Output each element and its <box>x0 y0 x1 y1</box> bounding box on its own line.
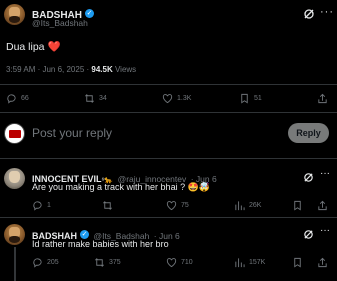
repost-count: 34 <box>99 95 107 102</box>
main-post-avatar[interactable] <box>4 4 25 25</box>
composer-avatar-logo <box>9 130 21 138</box>
reply2-like-count: 710 <box>181 259 193 266</box>
reply1-reply-stat[interactable]: 1 <box>32 200 51 211</box>
grok-icon[interactable] <box>303 227 314 239</box>
bookmark-icon <box>294 257 301 268</box>
reply2-reply-count: 205 <box>47 259 59 266</box>
reply2-repost-stat[interactable]: 375 <box>94 257 121 268</box>
reply2-views-count: 157K <box>249 259 266 266</box>
reply1-grok-svg <box>304 173 313 182</box>
views-count: 94.5K <box>91 65 113 74</box>
reply-count: 66 <box>21 95 29 102</box>
reply-icon <box>7 94 16 104</box>
reply1-avatar-face <box>9 171 20 183</box>
reply2-repost-count: 375 <box>109 259 121 266</box>
like-count: 1.3K <box>177 95 192 102</box>
avatar-beard <box>8 15 21 23</box>
reply-button[interactable]: Reply <box>288 123 329 143</box>
share-icon <box>318 200 327 211</box>
divider-top <box>0 84 337 85</box>
main-post-text: Dua lipa ❤️ <box>6 40 61 53</box>
reply2-avatar-beard <box>8 235 21 243</box>
reply2-text: Id rather make babies with her bro <box>32 239 169 249</box>
composer-avatar[interactable] <box>4 123 25 144</box>
reply2-share-button[interactable] <box>317 257 328 268</box>
bookmark-count: 51 <box>254 95 262 102</box>
reply1-repost-stat[interactable] <box>102 200 117 211</box>
reply2-reply-stat[interactable]: 205 <box>32 257 59 268</box>
reply1-text: Are you making a track with her bhai ? 🤩… <box>32 182 210 192</box>
reply2-like-stat[interactable]: 710 <box>166 257 193 268</box>
post-text: Dua lipa <box>6 41 45 53</box>
repost-stat[interactable]: 34 <box>84 93 107 104</box>
author-handle[interactable]: @Its_Badshah <box>32 18 88 28</box>
like-stat[interactable]: 1.3K <box>162 93 191 104</box>
share-icon <box>318 257 327 268</box>
repost-icon <box>103 201 112 210</box>
repost-icon <box>85 94 94 103</box>
share-button[interactable] <box>317 93 328 104</box>
reply1-reply-count: 1 <box>47 202 51 209</box>
repost-icon <box>95 258 104 267</box>
bookmark-stat[interactable]: 51 <box>239 93 262 104</box>
reply1-views-count: 26K <box>249 202 262 209</box>
reply1-avatar[interactable] <box>4 168 25 189</box>
reply1-like-count: 75 <box>181 202 189 209</box>
reply-icon <box>33 258 42 268</box>
grok-icon-svg <box>304 9 314 19</box>
post-timestamp[interactable]: 3:59 AM · Jun 6, 2025 · <box>6 65 91 74</box>
grok-icon[interactable] <box>303 7 315 19</box>
reply-stat[interactable]: 66 <box>6 93 29 104</box>
views-icon <box>235 258 245 268</box>
heart-icon <box>162 94 173 104</box>
bookmark-icon <box>241 93 248 104</box>
reply1-views-stat[interactable]: 26K <box>234 200 261 211</box>
divider-stats <box>0 112 337 113</box>
divider-composer <box>0 158 337 159</box>
more-options-icon[interactable]: ··· <box>320 6 334 18</box>
reply2-more-icon[interactable]: ··· <box>320 225 330 236</box>
reply1-bookmark-stat[interactable] <box>292 200 303 211</box>
share-icon <box>318 93 327 104</box>
bookmark-icon <box>294 200 301 211</box>
reply1-share-button[interactable] <box>317 200 328 211</box>
views-label: Views <box>112 65 137 74</box>
reply1-more-icon[interactable]: ··· <box>320 168 330 179</box>
thread-line <box>14 247 16 281</box>
verified-badge-icon: ✓ <box>85 9 94 19</box>
reply-input[interactable]: Post your reply <box>32 126 112 140</box>
reply2-views-stat[interactable]: 157K <box>234 257 265 268</box>
heart-icon <box>166 258 177 268</box>
heart-icon <box>166 201 177 211</box>
heart-emoji: ❤️ <box>47 41 61 53</box>
reply2-grok-svg <box>304 230 313 239</box>
reply2-bookmark-stat[interactable] <box>292 257 303 268</box>
grok-icon[interactable] <box>303 170 314 182</box>
reply-icon <box>33 201 42 211</box>
reply1-like-stat[interactable]: 75 <box>166 200 189 211</box>
post-meta: 3:59 AM · Jun 6, 2025 · 94.5K Views <box>6 65 136 74</box>
verified-badge-icon: ✓ <box>80 230 89 240</box>
reply2-avatar[interactable] <box>4 224 25 245</box>
divider-replies <box>0 217 337 218</box>
views-icon <box>235 201 245 211</box>
